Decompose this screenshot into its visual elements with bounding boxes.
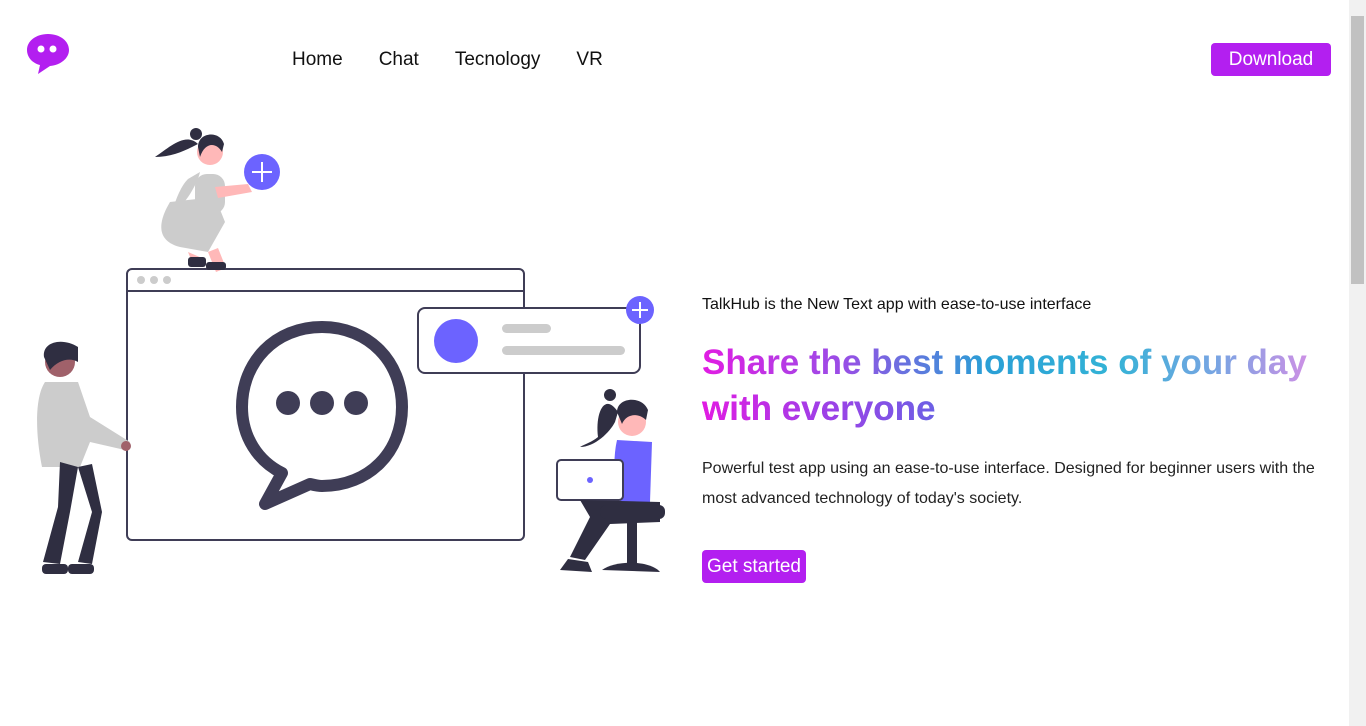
nav-link-chat[interactable]: Chat: [379, 47, 419, 73]
chat-window-people-illustration: [20, 112, 680, 582]
hero-headline: Share the best moments of your day with …: [702, 340, 1332, 432]
scrollbar-thumb[interactable]: [1351, 16, 1364, 284]
navbar: Home Chat Tecnology VR Download: [0, 0, 1349, 110]
hero-tagline: TalkHub is the New Text app with ease-to…: [702, 296, 1092, 313]
chat-bubble-icon[interactable]: [26, 33, 70, 75]
nav-links: Home Chat Tecnology VR: [292, 47, 639, 73]
vertical-scrollbar[interactable]: [1349, 0, 1366, 726]
nav-link-home[interactable]: Home: [292, 47, 343, 73]
get-started-button[interactable]: Get started: [702, 550, 806, 583]
hero-headline-line1: Share the best moments of your day: [702, 343, 1307, 382]
hero-headline-line2: with everyone: [702, 389, 936, 428]
hero-section: TalkHub is the New Text app with ease-to…: [702, 294, 1332, 583]
nav-link-vr[interactable]: VR: [576, 47, 602, 73]
download-button[interactable]: Download: [1211, 43, 1331, 76]
nav-link-tecnology[interactable]: Tecnology: [455, 47, 541, 73]
hero-description: Powerful test app using an ease-to-use i…: [702, 460, 1315, 507]
